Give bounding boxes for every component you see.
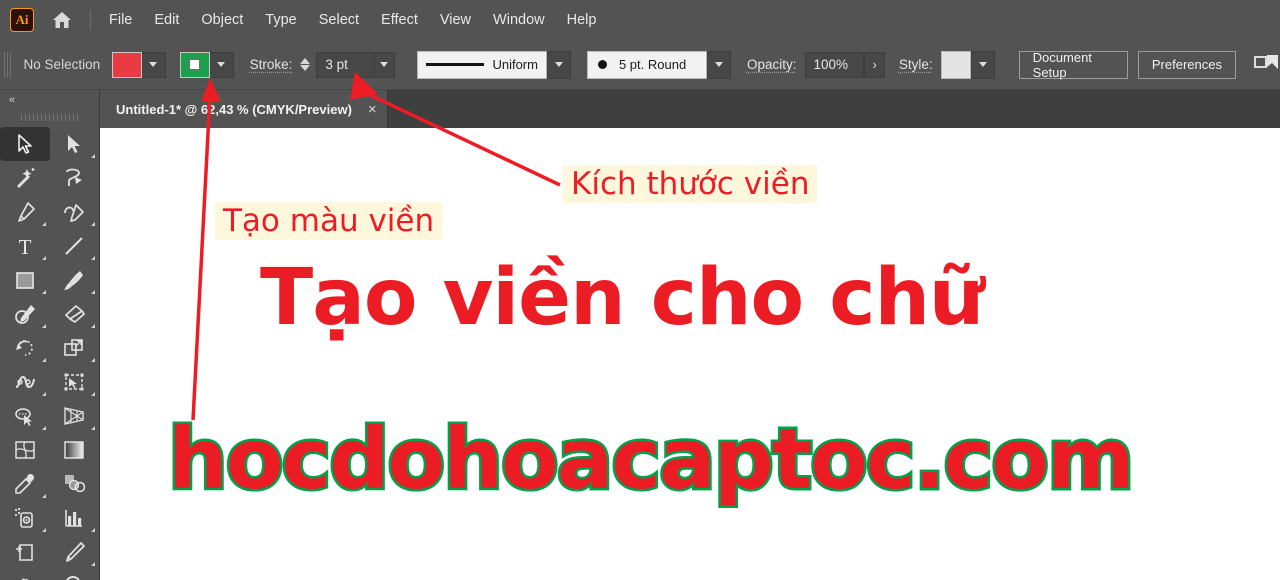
- type-tool[interactable]: T: [0, 229, 50, 263]
- menu-item-effect[interactable]: Effect: [381, 12, 418, 28]
- svg-text:T: T: [18, 235, 31, 257]
- stroke-profile-dropdown[interactable]: [547, 51, 571, 79]
- style-label: Style:: [899, 57, 933, 72]
- eraser-tool[interactable]: [50, 297, 100, 331]
- app-logo-icon[interactable]: Ai: [10, 8, 34, 32]
- menu-item-type[interactable]: Type: [265, 12, 296, 28]
- menu-item-window[interactable]: Window: [493, 12, 545, 28]
- rectangle-tool[interactable]: [0, 263, 50, 297]
- stroke-weight-dropdown[interactable]: [375, 52, 395, 78]
- collapse-panel-icon[interactable]: «: [0, 90, 99, 106]
- annotation-stroke-color: Tạo màu viền: [215, 202, 442, 240]
- tools-panel-grip[interactable]: [21, 114, 79, 121]
- tools-panel: « T: [0, 90, 100, 580]
- stepper-down-icon[interactable]: [300, 65, 310, 71]
- fill-color-dropdown[interactable]: [142, 52, 166, 78]
- round-brush-icon: [598, 60, 607, 69]
- selection-tool[interactable]: [0, 127, 50, 161]
- stroke-profile-control: Uniform: [417, 51, 571, 79]
- menu-bar: Ai File Edit Object Type Select Effect V…: [0, 0, 1280, 40]
- tools-grid: T: [0, 127, 99, 580]
- menu-item-object[interactable]: Object: [201, 12, 243, 28]
- hand-tool[interactable]: [0, 569, 50, 580]
- menu-item-view[interactable]: View: [440, 12, 471, 28]
- perspective-grid-tool[interactable]: [50, 399, 100, 433]
- illustrator-window: Ai File Edit Object Type Select Effect V…: [0, 0, 1280, 580]
- arrange-documents-icon[interactable]: [1254, 52, 1280, 77]
- blend-tool[interactable]: [50, 467, 100, 501]
- domain-text[interactable]: hocdohoacaptoc.com: [168, 410, 1133, 508]
- slice-tool[interactable]: [50, 535, 100, 569]
- brush-definition-dropdown[interactable]: [707, 51, 731, 79]
- brush-definition-field[interactable]: 5 pt. Round: [587, 51, 707, 79]
- fill-color-swatch[interactable]: [112, 52, 142, 78]
- annotation-stroke-size: Kích thước viền: [563, 165, 817, 203]
- stroke-color-swatch[interactable]: [180, 52, 210, 78]
- line-segment-tool[interactable]: [50, 229, 100, 263]
- pen-tool[interactable]: [0, 195, 50, 229]
- stroke-weight-input[interactable]: 3 pt: [316, 52, 374, 78]
- selection-status: No Selection: [24, 57, 112, 72]
- menu-items: File Edit Object Type Select Effect View…: [109, 12, 596, 28]
- fill-color-control: [112, 52, 166, 78]
- menu-item-file[interactable]: File: [109, 12, 132, 28]
- stroke-color-dropdown[interactable]: [210, 52, 234, 78]
- rotate-tool[interactable]: [0, 331, 50, 365]
- scale-tool[interactable]: [50, 331, 100, 365]
- free-transform-tool[interactable]: [50, 365, 100, 399]
- document-tab-title: Untitled-1* @ 62,43 % (CMYK/Preview): [116, 102, 352, 117]
- uniform-line-icon: [426, 63, 484, 66]
- artboard-tool[interactable]: [0, 535, 50, 569]
- opacity-label: Opacity:: [747, 57, 797, 72]
- stroke-profile-label: Uniform: [492, 57, 538, 72]
- home-icon[interactable]: [50, 8, 74, 32]
- gradient-tool[interactable]: [50, 433, 100, 467]
- stroke-weight-stepper[interactable]: [300, 58, 310, 71]
- artboard-canvas[interactable]: Tạo màu viền Kích thước viền Tạo viền ch…: [100, 128, 1280, 580]
- curvature-tool[interactable]: [50, 195, 100, 229]
- graphic-style-swatch[interactable]: [941, 51, 971, 79]
- control-bar: No Selection Stroke: 3 pt Uniform: [0, 40, 1280, 90]
- magic-wand-tool[interactable]: [0, 161, 50, 195]
- column-graph-tool[interactable]: [50, 501, 100, 535]
- brush-definition-control: 5 pt. Round: [587, 51, 731, 79]
- stroke-color-control: [180, 52, 234, 78]
- shaper-tool[interactable]: [0, 297, 50, 331]
- eyedropper-tool[interactable]: [0, 467, 50, 501]
- document-tab-bar: Untitled-1* @ 62,43 % (CMYK/Preview) ×: [0, 90, 1280, 128]
- graphic-style-control: [941, 51, 995, 79]
- opacity-more-options-button[interactable]: ›: [864, 52, 884, 78]
- stepper-up-icon[interactable]: [300, 58, 310, 64]
- stroke-swatch-inner: [189, 59, 200, 70]
- mesh-tool[interactable]: [0, 433, 50, 467]
- paintbrush-tool[interactable]: [50, 263, 100, 297]
- control-bar-grip[interactable]: [4, 52, 12, 78]
- menu-item-select[interactable]: Select: [319, 12, 359, 28]
- brush-definition-label: 5 pt. Round: [619, 57, 686, 72]
- stroke-profile-field[interactable]: Uniform: [417, 51, 547, 79]
- preferences-button[interactable]: Preferences: [1138, 51, 1236, 79]
- stroke-weight-label: Stroke:: [250, 57, 293, 72]
- menu-item-edit[interactable]: Edit: [154, 12, 179, 28]
- menu-item-help[interactable]: Help: [567, 12, 597, 28]
- document-setup-button[interactable]: Document Setup: [1019, 51, 1128, 79]
- lasso-tool[interactable]: [50, 161, 100, 195]
- headline-text[interactable]: Tạo viền cho chữ: [260, 253, 984, 343]
- document-tab[interactable]: Untitled-1* @ 62,43 % (CMYK/Preview) ×: [100, 90, 388, 128]
- direct-selection-tool[interactable]: [50, 127, 100, 161]
- shape-builder-tool[interactable]: [0, 399, 50, 433]
- zoom-tool[interactable]: [50, 569, 100, 580]
- graphic-style-dropdown[interactable]: [971, 51, 995, 79]
- opacity-input[interactable]: 100%: [805, 52, 865, 78]
- width-tool[interactable]: [0, 365, 50, 399]
- menu-divider: [90, 9, 91, 31]
- close-icon[interactable]: ×: [368, 102, 377, 117]
- symbol-sprayer-tool[interactable]: [0, 501, 50, 535]
